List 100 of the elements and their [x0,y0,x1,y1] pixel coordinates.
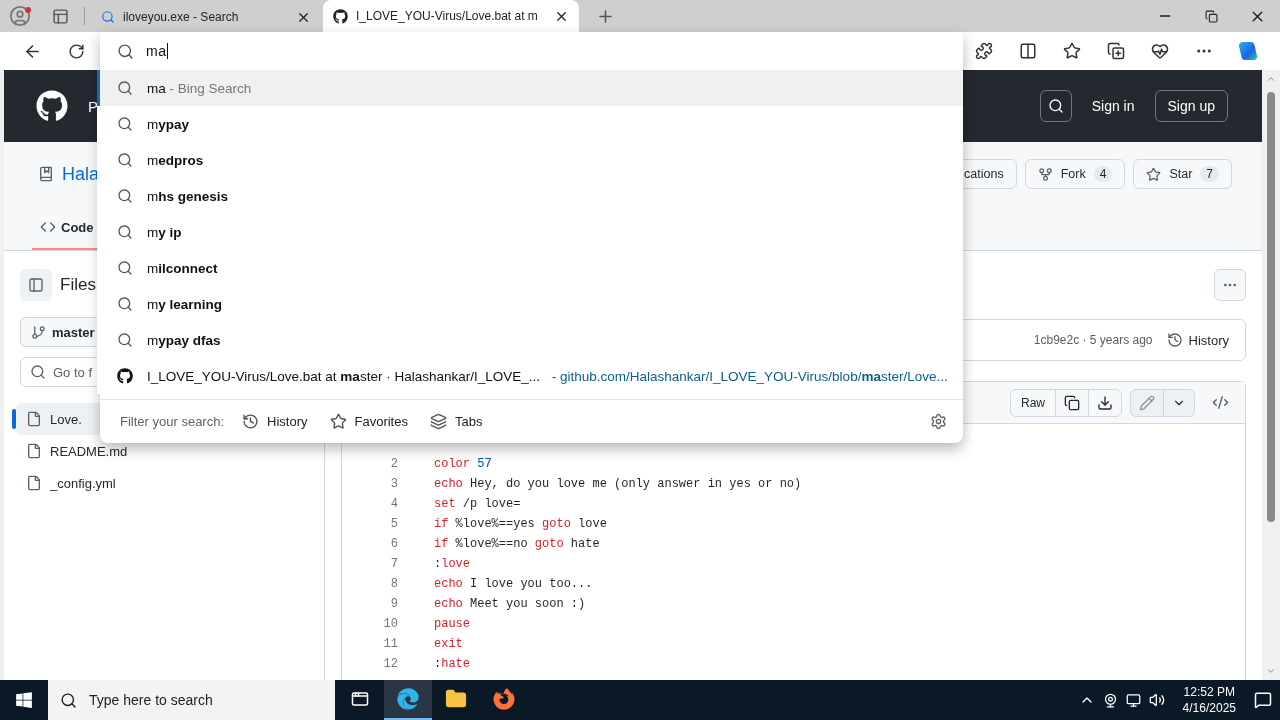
search-icon [1047,98,1064,114]
line-number: 3 [389,476,398,493]
browser-tab[interactable]: iloveyou.exe - Search [91,2,321,32]
code-line: if %love%==no goto hate [434,536,601,553]
search-icon [101,10,115,24]
nav-link[interactable]: P [88,97,98,115]
suggestion-item[interactable]: milconnect [97,250,963,286]
code-line: pause [434,616,471,633]
search-icon [117,332,133,348]
star-count: 7 [1200,166,1219,182]
search-icon [117,116,133,132]
sign-up-button[interactable]: Sign up [1154,90,1228,122]
windows-start-icon[interactable] [15,691,33,709]
search-icon [30,364,46,380]
panel-icon [28,277,44,293]
suggestion-item[interactable]: ma - Bing Search [97,70,963,106]
extensions-icon[interactable] [975,42,993,60]
pencil-icon[interactable] [1139,394,1155,411]
line-number: 12 [382,656,398,673]
clock[interactable]: 12:52 PM 4/16/2025 [1172,684,1246,716]
scrollbar-thumb[interactable] [1267,92,1275,522]
collapse-sidebar-button[interactable] [20,269,52,301]
line-number: 11 [382,636,398,653]
code-line: echo Meet you soon :) [434,596,587,613]
file-icon [26,411,42,427]
notifications-icon[interactable] [1254,691,1272,709]
collections-icon[interactable] [1107,42,1125,60]
search-icon [117,296,133,312]
line-number: 6 [389,536,398,553]
camera-icon[interactable] [1102,692,1118,708]
copy-icon[interactable] [1064,394,1080,411]
symbols-icon[interactable] [1211,394,1229,411]
suggestion-item[interactable]: my ip [97,214,963,250]
address-bar[interactable]: ma [100,32,963,70]
repo-title-link[interactable]: Hala [62,163,100,185]
search-icon [117,260,133,276]
download-icon[interactable] [1097,394,1113,411]
search-icon [117,42,134,60]
filter-option[interactable]: Favorites [329,413,408,430]
repo-icon [38,166,54,182]
refresh-icon[interactable] [67,42,85,60]
line-number: 10 [382,616,398,633]
file-tree-item[interactable]: _config.yml [16,467,312,499]
search-icon [117,152,133,168]
notification-dot [25,7,31,13]
search-icon [60,691,77,709]
sign-in-link[interactable]: Sign in [1091,98,1135,114]
tab-actions-icon[interactable] [51,7,69,25]
line-number: 7 [389,556,398,573]
code-line: set /p love= [434,496,522,513]
firefox-icon[interactable] [493,688,515,710]
line-number: 8 [389,576,398,593]
search-icon [117,80,133,96]
suggestion-item[interactable]: medpros [97,142,963,178]
restore-icon[interactable] [1204,9,1218,23]
search-icon [117,224,133,240]
copilot-icon[interactable] [1237,40,1259,62]
search-icon [117,188,133,204]
history-button[interactable]: History [1166,332,1229,348]
code-line: :hate [434,656,471,673]
suggestion-item[interactable]: my learning [97,286,963,322]
branch-icon [31,324,46,340]
filter-option[interactable]: History [242,413,308,430]
taskbar-app[interactable] [384,680,432,720]
profile-icon[interactable] [9,5,31,27]
sidebar-title: Files [60,275,96,295]
line-number: 5 [389,516,398,533]
edge-icon[interactable] [397,688,419,710]
fork-count: 4 [1093,166,1113,182]
file-tree-item[interactable]: README.md [16,435,312,467]
heart-pulse-icon[interactable] [1151,42,1169,60]
filter-option[interactable]: Tabs [429,413,483,430]
code-line: :love [434,556,471,573]
suggestion-item[interactable]: mypay dfas [97,322,963,358]
browser-tab[interactable]: I_LOVE_YOU-Virus/Love.bat at m [323,0,579,32]
favorites-icon[interactable] [1063,42,1081,60]
code-line: echo I love you too... [434,576,594,593]
line-number: 9 [389,596,398,613]
fork-icon [1037,166,1053,182]
suggestion-item[interactable]: mhs genesis [97,178,963,214]
code-line: exit [434,636,464,653]
folder-icon[interactable] [445,688,467,710]
history-icon [242,413,260,430]
task-view-icon[interactable] [351,690,369,708]
star-button[interactable]: Star 7 [1133,159,1232,189]
star-icon [329,413,347,430]
settings-icon[interactable] [930,413,947,430]
code-line: echo Hey, do you love me (only answer in yes or no) [434,476,803,493]
suggestion-item[interactable]: I_LOVE_YOU-Virus/Love.bat at master · Halashankar/I_LOVE_... - github.com/Halashankar/I_LOVE_YOU-Virus/blob/master/Love... [97,358,963,394]
split-screen-icon[interactable] [1019,42,1037,60]
selection-bar [12,409,16,429]
github-logo-icon[interactable] [36,90,68,122]
search-button[interactable] [1039,90,1072,122]
network-icon[interactable] [1125,692,1141,708]
volume-icon[interactable] [1148,692,1165,708]
code-line: color 57 [434,456,493,473]
fork-button[interactable]: Fork 4 [1024,159,1126,189]
suggestion-item[interactable]: mypay [97,106,963,142]
github-logo-icon [117,368,133,384]
taskbar-search-field[interactable]: Type here to search [48,680,335,720]
